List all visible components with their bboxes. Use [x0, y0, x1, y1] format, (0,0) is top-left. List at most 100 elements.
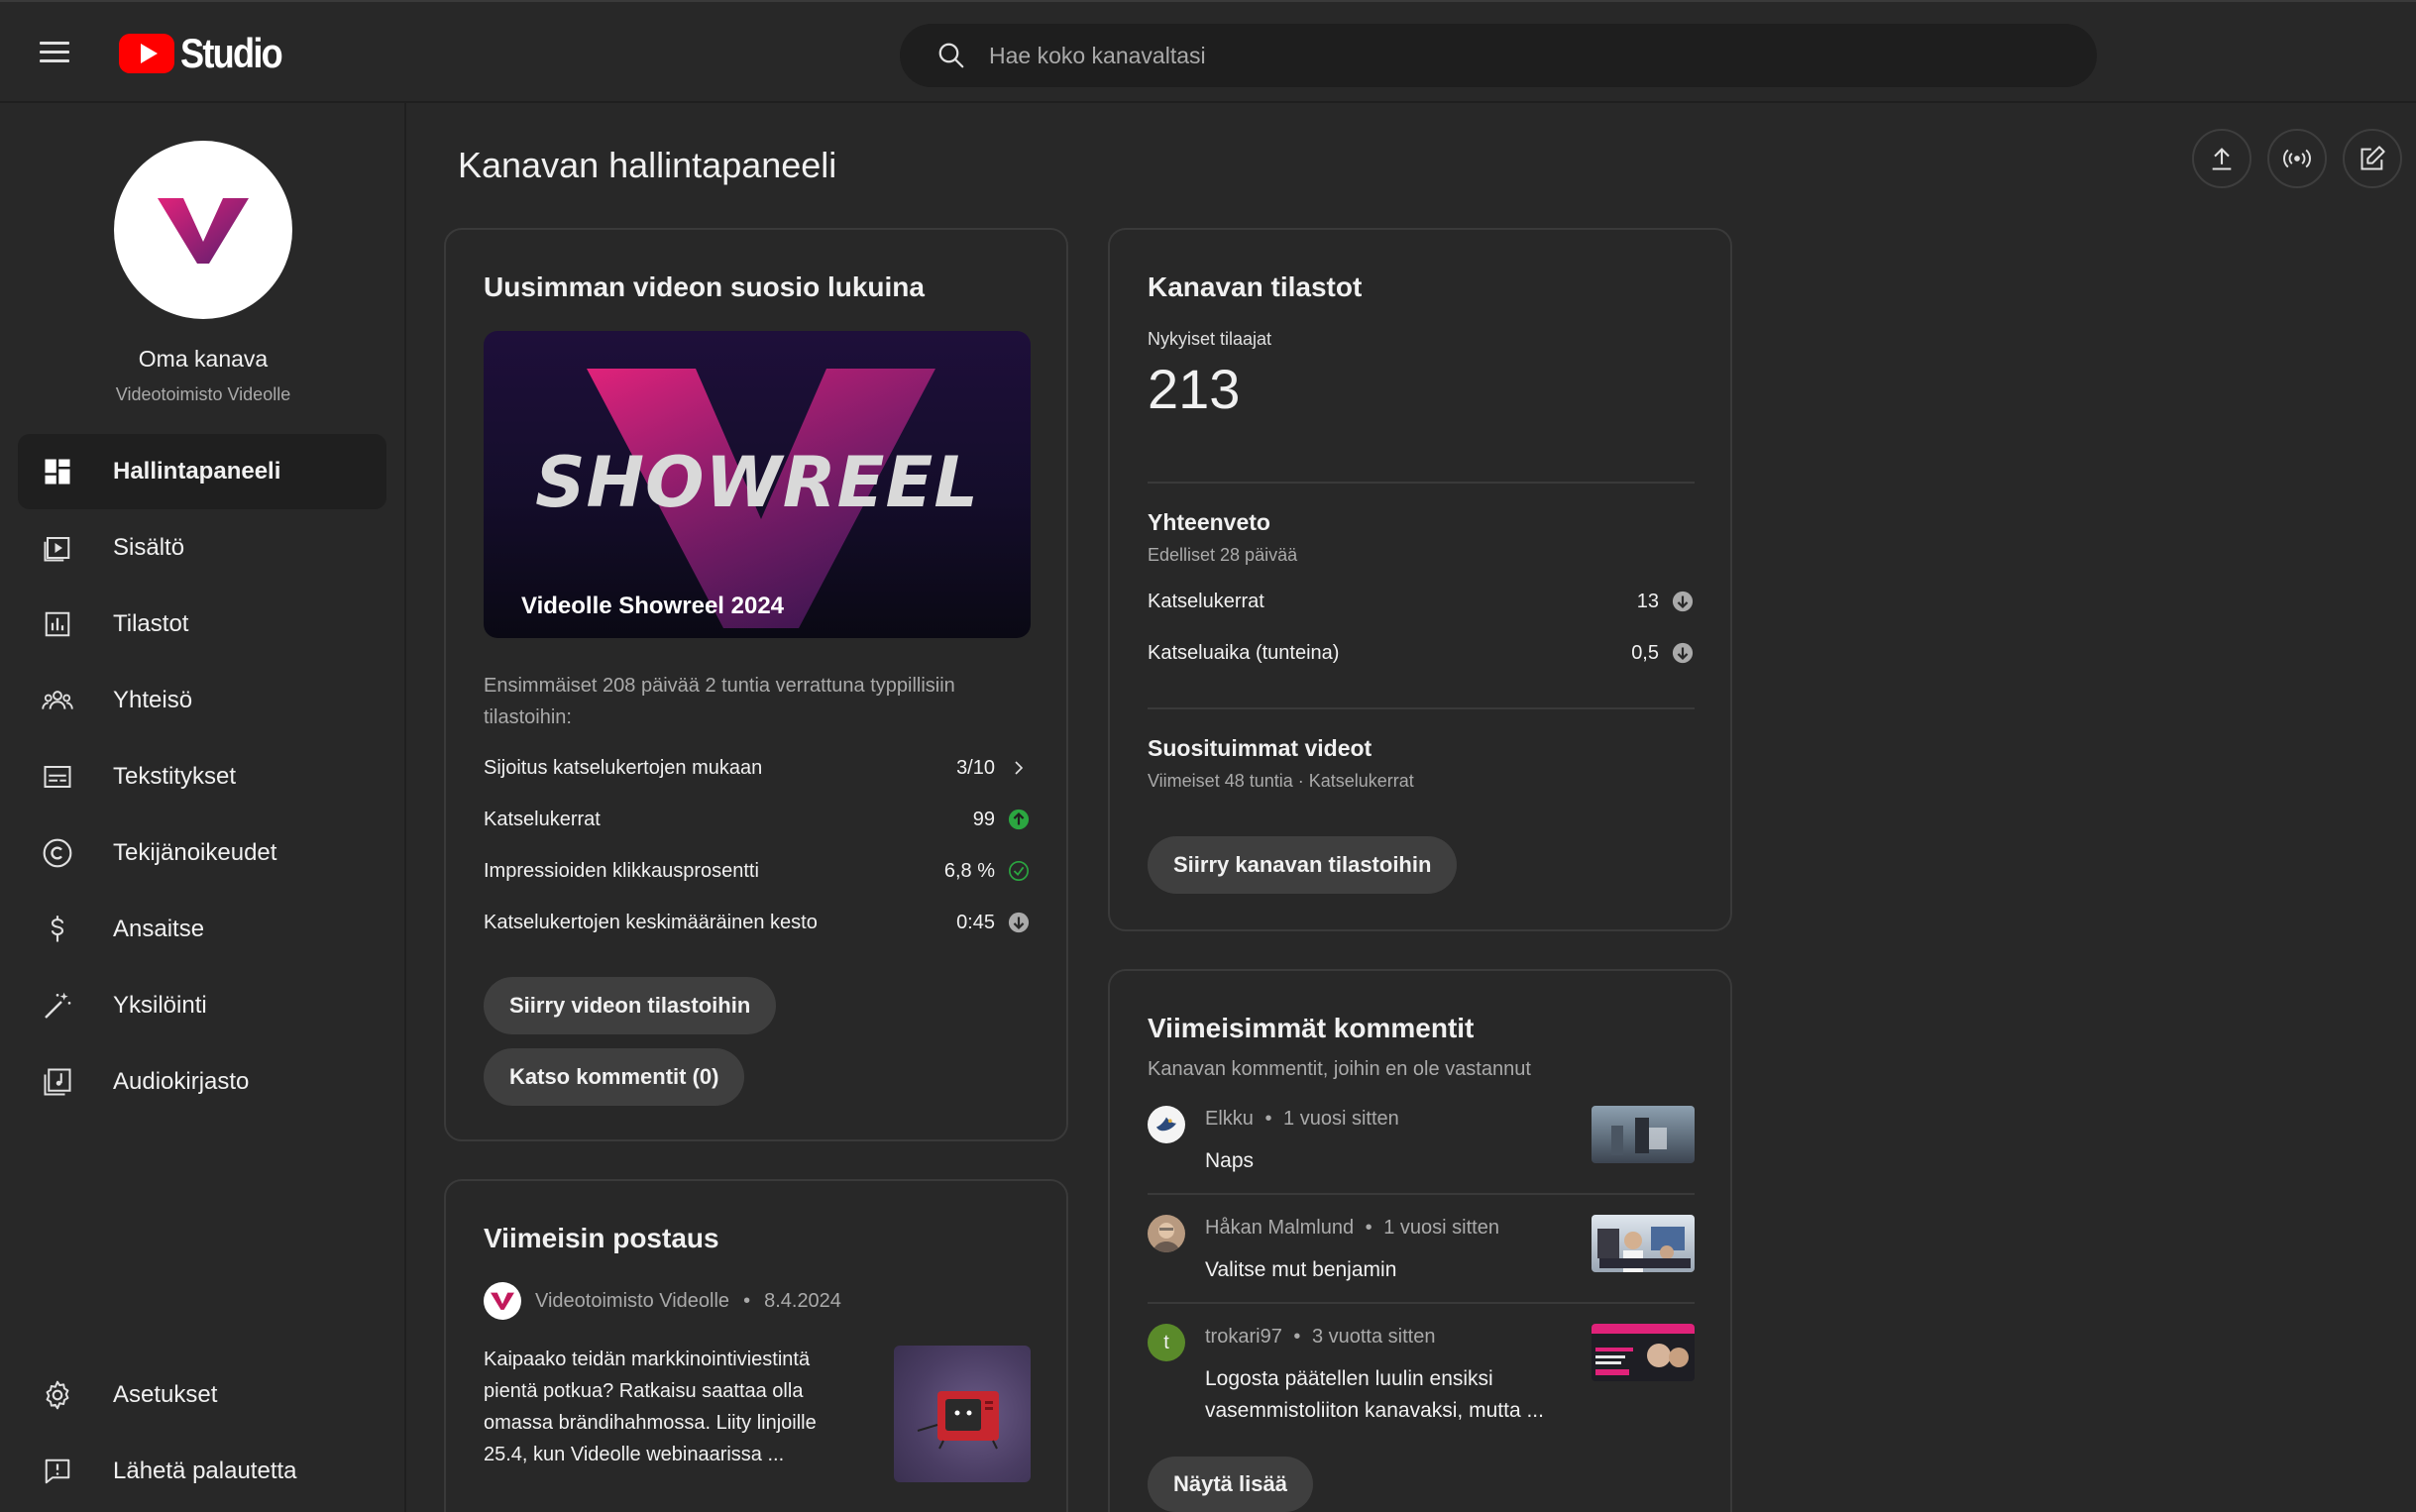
arrow-down-grey-icon: [1671, 641, 1695, 665]
sidebar-item-dashboard[interactable]: Hallintapaneeli: [18, 434, 386, 509]
comment-author[interactable]: Håkan Malmlund: [1205, 1217, 1354, 1239]
comment-video-thumbnail[interactable]: [1592, 1324, 1695, 1381]
show-more-button[interactable]: Näytä lisää: [1148, 1457, 1313, 1512]
post-text[interactable]: Kaipaako teidän markkinointiviestintä pi…: [484, 1344, 860, 1470]
comment-time: 1 vuosi sitten: [1383, 1217, 1499, 1239]
comment-text: Logosta päätellen luulin ensiksi vasemmi…: [1205, 1367, 1544, 1422]
sidebar-item-subtitles[interactable]: Tekstitykset: [18, 739, 386, 814]
go-to-video-analytics-button[interactable]: Siirry videon tilastoihin: [484, 977, 777, 1034]
sidebar-item-analytics[interactable]: Tilastot: [18, 587, 386, 662]
sidebar-item-copyright[interactable]: Tekijänoikeudet: [18, 815, 386, 891]
upload-icon: [2212, 148, 2232, 170]
stat-row-watch-time: Katseluaika (tunteina) 0,5: [1148, 636, 1695, 670]
stat-label: Katselukertojen keskimääräinen kesto: [484, 911, 818, 933]
card-title: Viimeisimmät kommentit: [1148, 1013, 1475, 1043]
sidebar: Oma kanava Videotoimisto Videolle Hallin…: [0, 103, 406, 1512]
stat-value: 3/10: [956, 756, 995, 779]
comment-text: Naps: [1205, 1149, 1255, 1172]
summary-period: Edelliset 28 päivää: [1148, 545, 1298, 565]
upload-button[interactable]: [2192, 129, 2251, 188]
feedback-icon: [38, 1452, 77, 1491]
divider: [1148, 482, 1695, 484]
comments-subtitle: Kanavan kommentit, joihin en ole vastann…: [1148, 1058, 1531, 1080]
comment-item[interactable]: Elkku • 1 vuosi sitten Naps: [1148, 1106, 1695, 1195]
top-videos-title: Suosituimmat videot: [1148, 735, 1373, 761]
comment-item[interactable]: t trokari97 • 3 vuotta sitten Logosta pä…: [1148, 1324, 1695, 1433]
live-icon: [2283, 149, 2311, 168]
post-image[interactable]: [894, 1346, 1031, 1482]
stat-row-ctr: Impressioiden klikkausprosentti 6,8 %: [484, 854, 1031, 888]
channel-avatar[interactable]: [114, 141, 292, 319]
meta-separator: •: [1293, 1326, 1301, 1348]
stat-row-views: Katselukerrat 13: [1148, 585, 1695, 618]
arrow-down-grey-icon: [1671, 590, 1695, 613]
customization-icon: [38, 986, 77, 1026]
video-thumbnail[interactable]: SHOWREEL Videolle Showreel 2024: [484, 331, 1031, 638]
comment-avatar: [1148, 1215, 1185, 1252]
stat-value: 99: [972, 808, 995, 830]
comment-video-thumbnail[interactable]: [1592, 1215, 1695, 1272]
post-meta: Videotoimisto Videolle • 8.4.2024: [484, 1282, 841, 1320]
stat-value: 0:45: [956, 911, 995, 933]
sidebar-item-feedback[interactable]: Lähetä palautetta: [18, 1434, 386, 1509]
comment-item[interactable]: Håkan Malmlund • 1 vuosi sitten Valitse …: [1148, 1215, 1695, 1304]
latest-post-card: Viimeisin postaus Videotoimisto Videolle…: [444, 1179, 1068, 1512]
comment-avatar: [1148, 1106, 1185, 1143]
sidebar-item-earn[interactable]: Ansaitse: [18, 892, 386, 967]
comment-text: Valitse mut benjamin: [1205, 1258, 1397, 1281]
stat-label: Katselukerrat: [1148, 590, 1264, 612]
sidebar-item-content[interactable]: Sisältö: [18, 510, 386, 586]
comment-header: Elkku • 1 vuosi sitten: [1205, 1108, 1399, 1131]
channel-analytics-card: Kanavan tilastot Nykyiset tilaajat 213 Y…: [1108, 228, 1732, 931]
channel-handle: Videotoimisto Videolle: [115, 384, 291, 404]
sidebar-item-audio-library[interactable]: Audiokirjasto: [18, 1044, 386, 1120]
create-post-icon: [2361, 146, 2385, 170]
comparison-description: Ensimmäiset 208 päivää 2 tuntia verrattu…: [484, 675, 955, 728]
meta-separator: •: [1264, 1108, 1272, 1130]
go-to-channel-analytics-button[interactable]: Siirry kanavan tilastoihin: [1148, 836, 1458, 894]
sidebar-item-customization[interactable]: Yksilöinti: [18, 968, 386, 1043]
subscriber-count: 213: [1148, 358, 1241, 420]
post-author[interactable]: Videotoimisto Videolle: [535, 1290, 729, 1313]
header-actions: [2192, 129, 2402, 188]
comment-author[interactable]: Elkku: [1205, 1108, 1254, 1130]
search-bar[interactable]: [900, 24, 2097, 87]
chevron-right-icon: [1007, 756, 1031, 780]
divider: [1148, 1193, 1695, 1195]
comment-video-thumbnail[interactable]: [1592, 1106, 1695, 1163]
latest-video-card: Uusimman videon suosio lukuina SHOWREEL …: [444, 228, 1068, 1141]
search-icon[interactable]: [920, 24, 983, 87]
community-icon: [38, 681, 77, 720]
meta-separator: •: [743, 1289, 751, 1312]
card-title: Kanavan tilastot: [1148, 271, 1363, 302]
go-live-button[interactable]: [2267, 129, 2327, 188]
sidebar-item-community[interactable]: Yhteisö: [18, 663, 386, 738]
channel-name: Oma kanava: [138, 346, 269, 372]
menu-icon[interactable]: [40, 36, 79, 71]
post-date: 8.4.2024: [764, 1289, 841, 1312]
card-title: Uusimman videon suosio lukuina: [484, 271, 925, 302]
channel-logo-icon: [158, 198, 249, 264]
youtube-logo-icon: [119, 34, 174, 73]
divider: [1148, 707, 1695, 709]
studio-logo[interactable]: Studio: [119, 28, 298, 79]
copyright-icon: [38, 833, 77, 873]
audio-library-icon: [38, 1062, 77, 1102]
subtitles-icon: [38, 757, 77, 797]
earn-icon: [38, 910, 77, 949]
check-circle-icon: [1007, 859, 1031, 883]
stat-row-ranking[interactable]: Sijoitus katselukertojen mukaan 3/10: [484, 751, 1031, 785]
tv-mascot-icon: [917, 1391, 999, 1450]
content-icon: [38, 528, 77, 568]
sidebar-item-label: Asetukset: [113, 1381, 218, 1408]
create-post-button[interactable]: [2343, 129, 2402, 188]
sidebar-item-label: Audiokirjasto: [113, 1068, 250, 1095]
view-comments-button[interactable]: Katso kommentit (0): [484, 1048, 745, 1106]
stat-label: Impressioiden klikkausprosentti: [484, 859, 759, 882]
comment-header: trokari97 • 3 vuotta sitten: [1205, 1326, 1435, 1349]
stat-value: 6,8 %: [943, 859, 995, 882]
video-title: Videolle Showreel 2024: [521, 593, 785, 619]
search-input[interactable]: [989, 42, 1980, 69]
comment-author[interactable]: trokari97: [1205, 1326, 1282, 1348]
sidebar-item-settings[interactable]: Asetukset: [18, 1357, 386, 1433]
